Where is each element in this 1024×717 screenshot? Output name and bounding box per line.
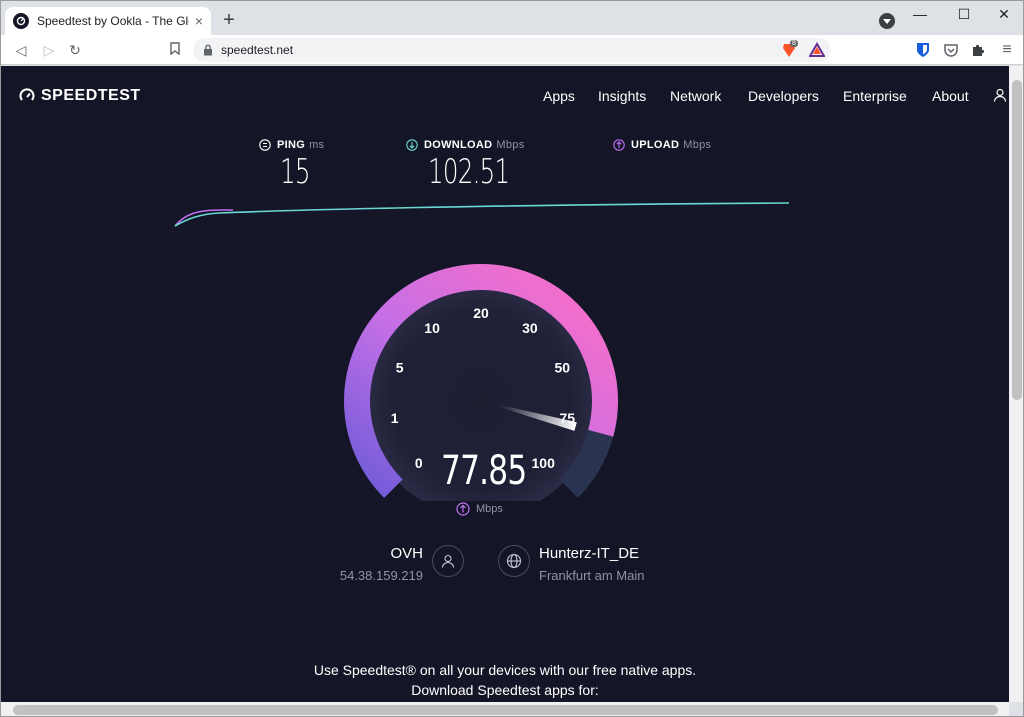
tab-strip: Speedtest by Ookla - The Global Broadban… [1, 1, 1023, 35]
isp-user-icon[interactable] [432, 545, 464, 577]
vertical-scroll-thumb[interactable] [1012, 80, 1022, 400]
close-window-button[interactable]: ✕ [989, 5, 1019, 23]
ping-label: PING ms [259, 139, 324, 151]
address-bar[interactable]: speedtest.net [193, 38, 831, 62]
nav-network[interactable]: Network [670, 88, 721, 104]
brave-shield-icon[interactable]: 8 [781, 40, 798, 58]
gauge-tick-label: 100 [532, 455, 556, 471]
new-tab-button[interactable]: + [219, 10, 239, 31]
back-button[interactable]: ◁ [11, 40, 31, 60]
upload-unit: Mbps [683, 139, 712, 151]
apps-promo-line1: Use Speedtest® on all your devices with … [313, 662, 697, 678]
server-name[interactable]: Hunterz-IT_DE [539, 545, 639, 562]
gauge-tick-label: 20 [473, 305, 489, 321]
user-icon[interactable] [993, 88, 1007, 102]
download-icon [406, 139, 418, 151]
ping-unit: ms [309, 139, 325, 151]
logo-text: SPEEDTEST [41, 87, 141, 104]
nav-about[interactable]: About [932, 88, 969, 104]
browser-window: Speedtest by Ookla - The Global Broadban… [0, 0, 1024, 717]
brave-rewards-icon[interactable] [808, 42, 826, 58]
nav-apps[interactable]: Apps [543, 88, 575, 104]
nav-enterprise[interactable]: Enterprise [843, 88, 907, 104]
ping-icon [259, 139, 271, 151]
gauge-reading: 77.85 [441, 448, 527, 494]
maximize-button[interactable]: ☐ [949, 5, 979, 23]
ping-value: 15 [280, 152, 310, 192]
gauge-tick-label: 50 [555, 359, 571, 375]
tab-search-icon[interactable] [879, 13, 895, 29]
nav-insights[interactable]: Insights [598, 88, 646, 104]
url-text: speedtest.net [221, 43, 294, 57]
upload-icon [613, 139, 625, 151]
speedtest-page: SPEEDTEST Apps Insights Network Develope… [1, 66, 1009, 702]
gauge-tick-label: 5 [396, 359, 404, 375]
speed-history-graph [174, 202, 790, 227]
gauge-tick-label: 10 [424, 320, 440, 336]
download-unit: Mbps [496, 139, 525, 151]
browser-menu-icon[interactable]: ≡ [997, 40, 1017, 60]
minimize-button[interactable]: — [905, 5, 935, 23]
gauge-tick-label: 30 [522, 320, 538, 336]
horizontal-scroll-thumb[interactable] [13, 705, 998, 715]
nav-developers[interactable]: Developers [748, 88, 819, 104]
download-label: DOWNLOAD Mbps [406, 139, 525, 151]
brave-shield-count: 8 [790, 40, 798, 47]
globe-icon[interactable] [498, 545, 530, 577]
download-graph-line [174, 202, 790, 227]
upload-label: UPLOAD Mbps [613, 139, 711, 151]
bookmark-icon[interactable] [165, 40, 185, 60]
tab-speedtest[interactable]: Speedtest by Ookla - The Global Broadban… [5, 7, 211, 35]
gauge-unit: Mbps [456, 502, 503, 516]
upload-unit-icon [456, 502, 470, 516]
browser-toolbar: ◁ ▷ ↻ speedtest.net 8 ≡ [1, 35, 1023, 65]
vertical-scrollbar[interactable] [1009, 66, 1023, 702]
reload-button[interactable]: ↻ [65, 40, 85, 60]
lock-icon [204, 44, 212, 56]
tab-title: Speedtest by Ookla - The Global Broadban… [37, 14, 189, 28]
extensions-puzzle-icon[interactable] [970, 42, 986, 58]
speedtest-logo[interactable]: SPEEDTEST [19, 87, 141, 105]
horizontal-scrollbar[interactable] [1, 702, 1009, 716]
bitwarden-icon[interactable] [915, 42, 931, 58]
gauge-tick-label: 1 [391, 410, 399, 426]
isp-name: OVH [390, 545, 423, 562]
download-value: 102.51 [428, 152, 510, 192]
forward-button[interactable]: ▷ [39, 40, 59, 60]
speedtest-logo-icon [19, 88, 35, 101]
tab-close-icon[interactable]: × [195, 13, 203, 29]
apps-promo-line2: Download Speedtest apps for: [411, 682, 599, 698]
gauge-tick-label: 0 [415, 455, 423, 471]
speedtest-favicon-icon [13, 13, 29, 29]
pocket-icon[interactable] [943, 42, 959, 58]
isp-ip: 54.38.159.219 [339, 568, 423, 583]
server-location: Frankfurt am Main [539, 568, 645, 583]
